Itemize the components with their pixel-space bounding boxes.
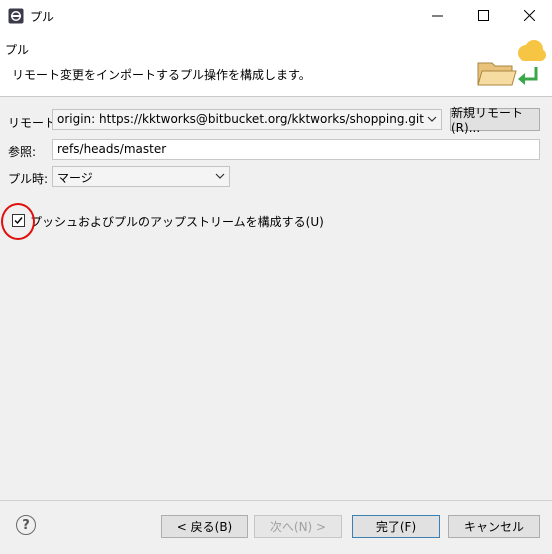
reference-input[interactable]: refs/heads/master: [52, 139, 540, 160]
maximize-button[interactable]: [460, 0, 506, 31]
remote-combo-value: origin: https://kktworks@bitbucket.org/k…: [57, 112, 424, 126]
close-icon: [523, 10, 535, 21]
reference-input-value: refs/heads/master: [57, 142, 167, 156]
wizard-header: プル リモート変更をインポートするプル操作を構成します。: [0, 31, 552, 97]
chevron-down-icon: [215, 173, 225, 179]
pull-mode-label: プル時:: [8, 172, 49, 186]
configure-upstream-checkbox[interactable]: [12, 214, 25, 227]
cancel-button[interactable]: キャンセル: [448, 515, 540, 538]
folder-cloud-icon: [477, 40, 546, 86]
pull-mode-value: マージ: [57, 171, 93, 185]
minimize-icon: [431, 15, 443, 17]
reference-label: 参照:: [8, 145, 37, 159]
help-icon[interactable]: ?: [16, 515, 36, 535]
back-button[interactable]: < 戻る(B): [161, 515, 248, 538]
maximize-icon: [477, 10, 489, 21]
title-bar: プル: [0, 0, 552, 32]
page-title: プル: [5, 43, 30, 57]
new-remote-button[interactable]: 新規リモート(R)...: [450, 106, 540, 135]
window-title: プル: [30, 10, 55, 24]
page-description: リモート変更をインポートするプル操作を構成します。: [12, 68, 311, 82]
chevron-down-icon: [427, 116, 437, 122]
next-button[interactable]: 次へ(N) >: [254, 515, 342, 538]
finish-button[interactable]: 完了(F): [352, 515, 440, 538]
configure-upstream-label: プッシュおよびプルのアップストリームを構成する(U): [30, 215, 324, 229]
checkmark-icon: [14, 217, 23, 225]
eclipse-app-icon: [8, 8, 24, 24]
help-glyph: ?: [22, 517, 30, 533]
footer-separator: [0, 500, 552, 501]
close-button[interactable]: [506, 0, 552, 31]
remote-combo[interactable]: origin: https://kktworks@bitbucket.org/k…: [52, 109, 442, 130]
pull-mode-combo[interactable]: マージ: [52, 166, 230, 187]
minimize-button[interactable]: [414, 0, 460, 31]
